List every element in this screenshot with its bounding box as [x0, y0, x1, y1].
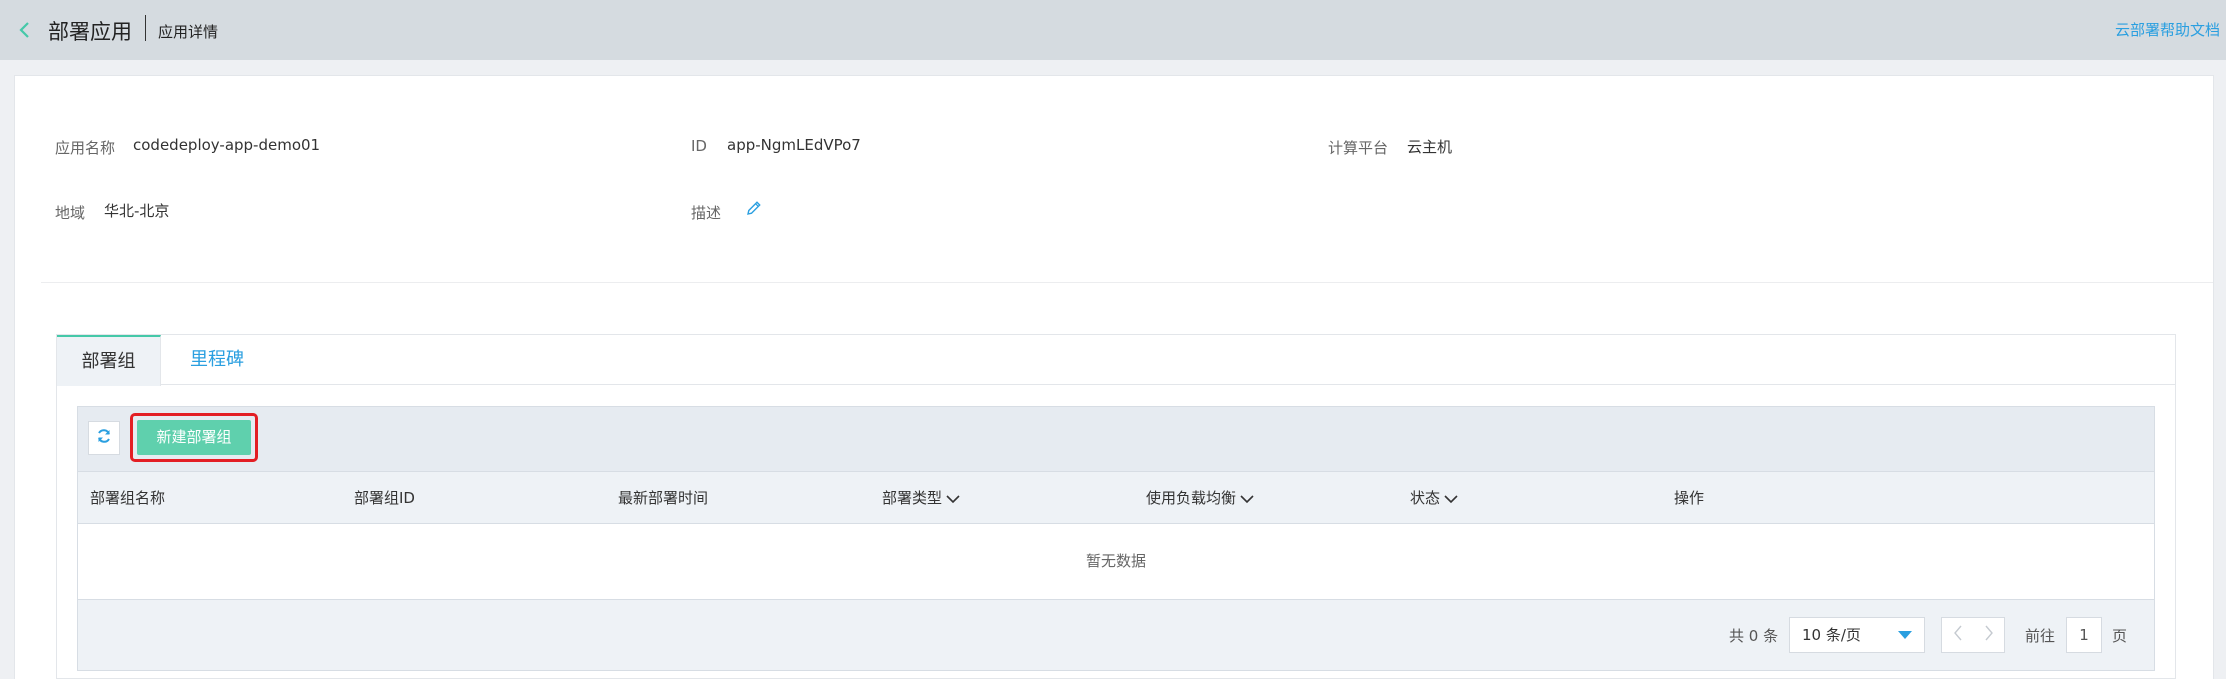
- id-value: app-NgmLEdVPo7: [727, 136, 861, 154]
- create-button-highlight: 新建部署组: [130, 413, 258, 462]
- column-header-deploy-type[interactable]: 部署类型: [882, 472, 960, 525]
- column-header-status[interactable]: 状态: [1410, 472, 1458, 525]
- platform-value: 云主机: [1407, 138, 1453, 156]
- main-card: 应用名称 codedeploy-app-demo01 ID app-NgmLEd…: [14, 75, 2214, 679]
- tab-milestones[interactable]: 里程碑: [175, 335, 259, 385]
- app-name-label: 应用名称: [55, 139, 116, 157]
- chevron-right-icon: [1984, 625, 1994, 645]
- chevron-down-icon: [946, 473, 960, 525]
- table-body: 暂无数据: [77, 524, 2155, 599]
- chevron-down-icon: [1444, 473, 1458, 525]
- goto-page-input[interactable]: 1: [2066, 617, 2102, 653]
- column-header-load-balancer[interactable]: 使用负载均衡: [1146, 472, 1254, 525]
- prev-page-button[interactable]: [1942, 618, 1974, 652]
- description-label: 描述: [691, 204, 722, 222]
- tabs-panel: 部署组 里程碑 新建部署组 部署组名称 部署组ID 最新部署时间 部署类型 使用…: [56, 334, 2176, 679]
- caret-down-icon: [1898, 631, 1912, 639]
- column-header: 最新部署时间: [618, 489, 709, 507]
- app-name-value: codedeploy-app-demo01: [133, 136, 321, 154]
- top-bar: 部署应用 应用详情 云部署帮助文档: [0, 0, 2226, 60]
- page-suffix: 页: [2112, 627, 2128, 645]
- page-nav: [1941, 617, 2005, 653]
- tab-bar: 部署组 里程碑: [57, 335, 2175, 386]
- title-divider: [145, 15, 146, 41]
- refresh-button[interactable]: [88, 421, 120, 455]
- column-header: 操作: [1674, 489, 1705, 507]
- chevron-down-icon: [1240, 473, 1254, 525]
- chevron-left-icon: [1953, 625, 1963, 645]
- column-header: 部署组名称: [90, 489, 166, 507]
- create-deploy-group-button[interactable]: 新建部署组: [137, 420, 251, 455]
- tab-deploy-groups[interactable]: 部署组: [57, 335, 161, 386]
- id-label: ID: [691, 137, 707, 155]
- page-title: 部署应用: [48, 20, 132, 44]
- section-divider: [41, 282, 2213, 283]
- refresh-icon: [95, 427, 113, 449]
- total-count: 共 0 条: [1729, 627, 1779, 645]
- empty-state-text: 暂无数据: [1085, 552, 1146, 570]
- goto-label: 前往: [2025, 627, 2056, 645]
- table-header: 部署组名称 部署组ID 最新部署时间 部署类型 使用负载均衡 状态 操作: [77, 472, 2155, 524]
- table-toolbar: 新建部署组: [77, 406, 2155, 472]
- region-label: 地域: [55, 204, 86, 222]
- breadcrumb: 应用详情: [158, 23, 219, 41]
- platform-label: 计算平台: [1328, 139, 1389, 157]
- region-value: 华北-北京: [104, 202, 170, 220]
- back-arrow-icon[interactable]: [14, 18, 36, 42]
- column-header: 部署组ID: [354, 489, 415, 507]
- edit-icon[interactable]: [745, 199, 763, 217]
- next-page-button[interactable]: [1973, 618, 2005, 652]
- help-doc-link[interactable]: 云部署帮助文档: [2115, 19, 2220, 40]
- page-size-select[interactable]: 10 条/页: [1789, 617, 1925, 653]
- pagination: 共 0 条 10 条/页 前往 1 页: [77, 599, 2155, 671]
